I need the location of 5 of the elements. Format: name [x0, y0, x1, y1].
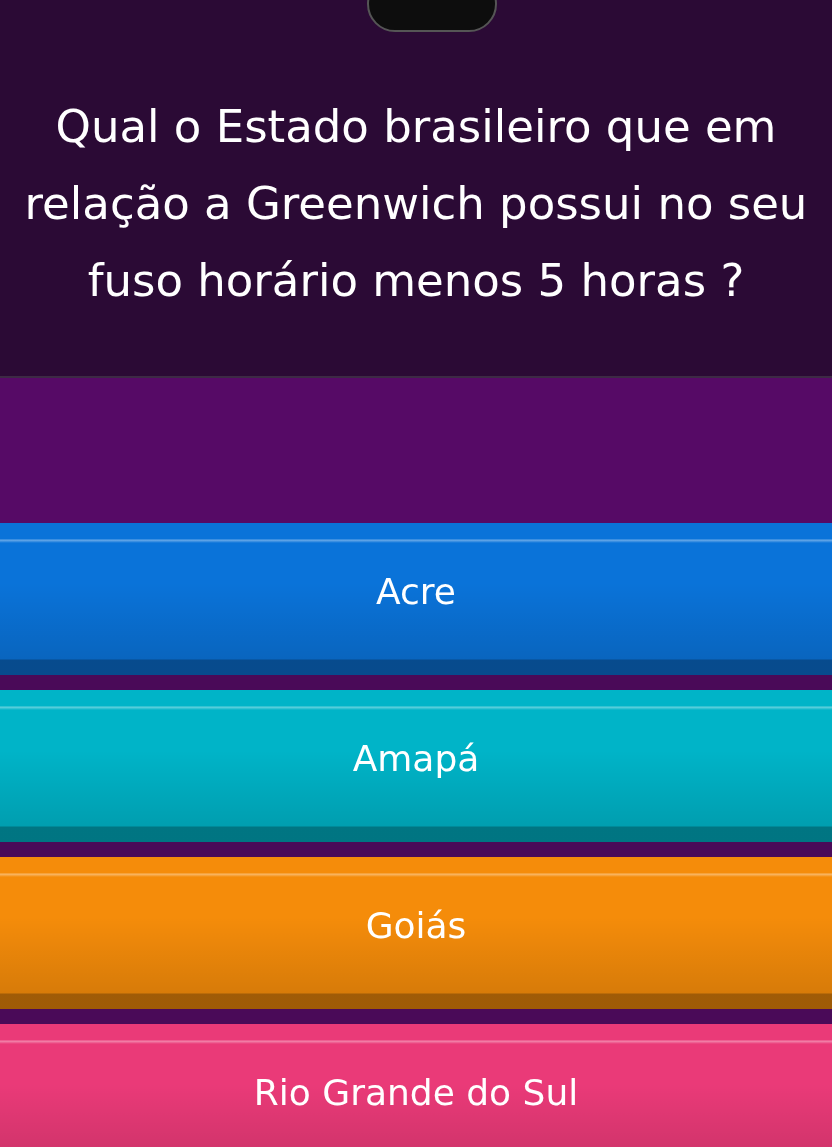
question-text: Qual o Estado brasileiro que em relação a Greenwich possui no seu fuso horário menos 5 horas ?	[23, 98, 809, 309]
answer-button[interactable]: Goiás	[0, 857, 832, 1009]
answer-button[interactable]: Acre	[0, 523, 832, 675]
answer-button[interactable]: Rio Grande do Sul	[0, 1024, 832, 1147]
answer-button[interactable]: Amapá	[0, 690, 832, 842]
